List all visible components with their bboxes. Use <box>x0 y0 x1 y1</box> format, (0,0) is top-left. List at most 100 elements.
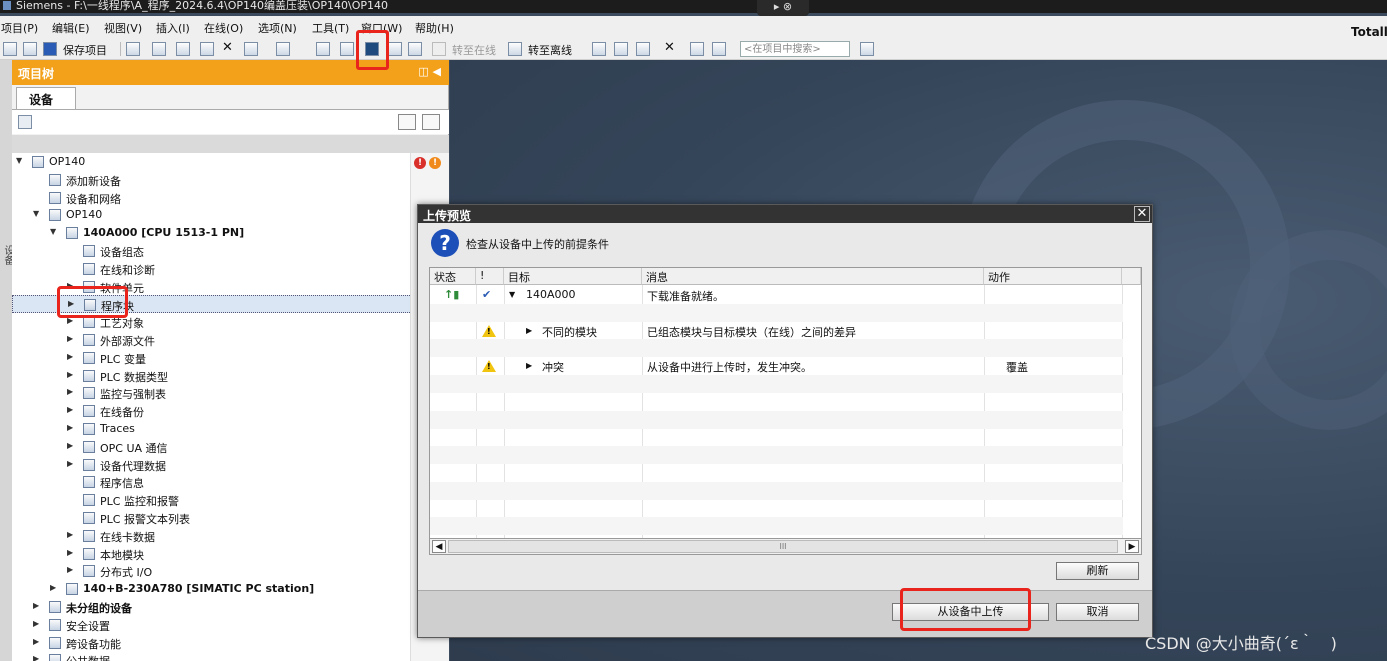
menu-view[interactable]: 视图(V) <box>104 20 142 36</box>
delete-icon[interactable]: ✕ <box>222 40 233 55</box>
stop-cpu-icon[interactable]: ✕ <box>664 40 675 55</box>
scroll-thumb[interactable]: III <box>448 540 1118 553</box>
go-online-button[interactable]: 转至在线 <box>452 42 496 58</box>
horizontal-scrollbar[interactable]: ◀ III ▶ <box>429 538 1142 555</box>
table-row[interactable] <box>430 303 1123 322</box>
menu-help[interactable]: 帮助(H) <box>415 20 454 36</box>
expand-right-icon[interactable]: ▶ <box>67 387 73 396</box>
split-vertical-icon[interactable] <box>712 42 726 56</box>
project-search-input[interactable]: <在项目中搜索> <box>740 41 850 57</box>
expand-right-icon[interactable]: ▶ <box>67 423 73 432</box>
redo-icon[interactable] <box>276 42 290 56</box>
col-action[interactable]: 动作 <box>984 268 1122 285</box>
print-icon[interactable] <box>126 42 140 56</box>
tree-item[interactable]: ▶ Traces <box>12 420 412 438</box>
cross-reference-icon[interactable] <box>614 42 628 56</box>
tree-item[interactable]: ▼ OP140 <box>12 153 412 171</box>
cut-icon[interactable] <box>152 42 166 56</box>
tree-add-icon[interactable] <box>18 115 32 129</box>
col-message[interactable]: 消息 <box>642 268 984 285</box>
table-row[interactable] <box>430 464 1123 482</box>
tab-devices[interactable]: 设备 <box>16 87 76 109</box>
expand-right-icon[interactable]: ▶ <box>67 441 73 450</box>
table-row[interactable] <box>430 428 1123 446</box>
tree-item[interactable]: ▶ 本地模块 <box>12 545 412 563</box>
table-row[interactable]: ! ▶ 冲突 从设备中进行上传时，发生冲突。 覆盖 <box>430 357 1123 375</box>
tree-item[interactable]: ▶ OPC UA 通信 <box>12 438 412 456</box>
tree-item[interactable]: ▶ 公共数据 <box>12 651 412 661</box>
expand-right-icon[interactable]: ▶ <box>33 637 39 646</box>
tree-item[interactable]: 添加新设备 <box>12 171 412 189</box>
expand-down-icon[interactable]: ▼ <box>509 290 515 299</box>
menu-edit[interactable]: 编辑(E) <box>52 20 90 36</box>
tree-item[interactable]: 在线和诊断 <box>12 260 412 278</box>
menu-insert[interactable]: 插入(I) <box>156 20 190 36</box>
expand-down-icon[interactable]: ▼ <box>33 209 39 218</box>
download-icon[interactable] <box>340 42 354 56</box>
expand-right-icon[interactable]: ▶ <box>67 370 73 379</box>
tree-item[interactable]: 程序信息 <box>12 473 412 491</box>
refresh-button[interactable]: 刷新 <box>1056 562 1139 580</box>
tree-item[interactable]: ▶ 未分组的设备 <box>12 598 412 616</box>
table-row[interactable]: ↑▮ ✔ ▼ 140A000 下载准备就绪。 <box>430 286 1123 304</box>
window-mini-controls[interactable]: ▸ ⊗ <box>757 0 809 16</box>
expand-right-icon[interactable]: ▶ <box>67 352 73 361</box>
accessible-devices-icon[interactable] <box>592 42 606 56</box>
new-project-icon[interactable] <box>3 42 17 56</box>
expand-down-icon[interactable]: ▼ <box>16 156 22 165</box>
table-row[interactable] <box>430 410 1123 429</box>
table-row[interactable] <box>430 393 1123 411</box>
expand-down-icon[interactable]: ▼ <box>50 227 56 236</box>
table-row[interactable] <box>430 517 1123 536</box>
tree-item[interactable]: PLC 报警文本列表 <box>12 509 412 527</box>
paste-icon[interactable] <box>200 42 214 56</box>
save-project-button[interactable]: 保存项目 <box>63 42 107 58</box>
search-binoculars-icon[interactable] <box>860 42 874 56</box>
collapse-panel-icon[interactable]: ◫ ◀ <box>418 65 441 78</box>
menu-tools[interactable]: 工具(T) <box>312 20 349 36</box>
col-target[interactable]: 目标 <box>504 268 642 285</box>
expand-right-icon[interactable]: ▶ <box>67 548 73 557</box>
split-horizontal-icon[interactable] <box>690 42 704 56</box>
tree-item[interactable]: ▶ PLC 数据类型 <box>12 367 412 385</box>
expand-right-icon[interactable]: ▶ <box>50 583 56 592</box>
col-status[interactable]: 状态 <box>430 268 476 285</box>
tree-item[interactable]: ▶ 在线卡数据 <box>12 527 412 545</box>
tree-item[interactable]: 设备和网络 <box>12 189 412 207</box>
scroll-left-icon[interactable]: ◀ <box>432 540 446 553</box>
table-row[interactable] <box>430 339 1123 358</box>
simulation-icon[interactable] <box>388 42 402 56</box>
copy-icon[interactable] <box>176 42 190 56</box>
tree-item[interactable]: ▶ 设备代理数据 <box>12 456 412 474</box>
close-icon[interactable]: ✕ <box>1134 206 1150 222</box>
expand-right-icon[interactable]: ▶ <box>67 565 73 574</box>
menu-online[interactable]: 在线(O) <box>204 20 243 36</box>
tree-item[interactable]: ▶ 140+B-230A780 [SIMATIC PC station] <box>12 580 412 598</box>
tree-item[interactable]: PLC 监控和报警 <box>12 491 412 509</box>
expand-right-icon[interactable]: ▶ <box>526 361 532 370</box>
tree-overview-icon[interactable] <box>422 114 440 130</box>
menu-options[interactable]: 选项(N) <box>258 20 297 36</box>
table-row[interactable] <box>430 481 1123 500</box>
tree-item[interactable]: ▶ 在线备份 <box>12 402 412 420</box>
go-offline-button[interactable]: 转至离线 <box>528 42 572 58</box>
scroll-right-icon[interactable]: ▶ <box>1125 540 1139 553</box>
start-cpu-icon[interactable] <box>636 42 650 56</box>
go-offline-icon[interactable] <box>508 42 522 56</box>
table-row[interactable] <box>430 446 1123 465</box>
expand-right-icon[interactable]: ▶ <box>67 530 73 539</box>
tree-item[interactable]: ▶ 监控与强制表 <box>12 384 412 402</box>
tree-view-icon[interactable] <box>398 114 416 130</box>
expand-right-icon[interactable]: ▶ <box>33 619 39 628</box>
expand-right-icon[interactable]: ▶ <box>33 601 39 610</box>
table-row[interactable] <box>430 500 1123 518</box>
tree-item[interactable]: ▶ 分布式 I/O <box>12 562 412 580</box>
expand-right-icon[interactable]: ▶ <box>67 405 73 414</box>
tree-item[interactable]: ▼ OP140 <box>12 206 412 224</box>
table-row[interactable]: ! ▶ 不同的模块 已组态模块与目标模块（在线）之间的差异 <box>430 322 1123 340</box>
expand-right-icon[interactable]: ▶ <box>33 654 39 661</box>
tree-item[interactable]: ▶ 安全设置 <box>12 616 412 634</box>
compile-icon[interactable] <box>316 42 330 56</box>
table-row[interactable] <box>430 375 1123 393</box>
tree-item[interactable]: 设备组态 <box>12 242 412 260</box>
